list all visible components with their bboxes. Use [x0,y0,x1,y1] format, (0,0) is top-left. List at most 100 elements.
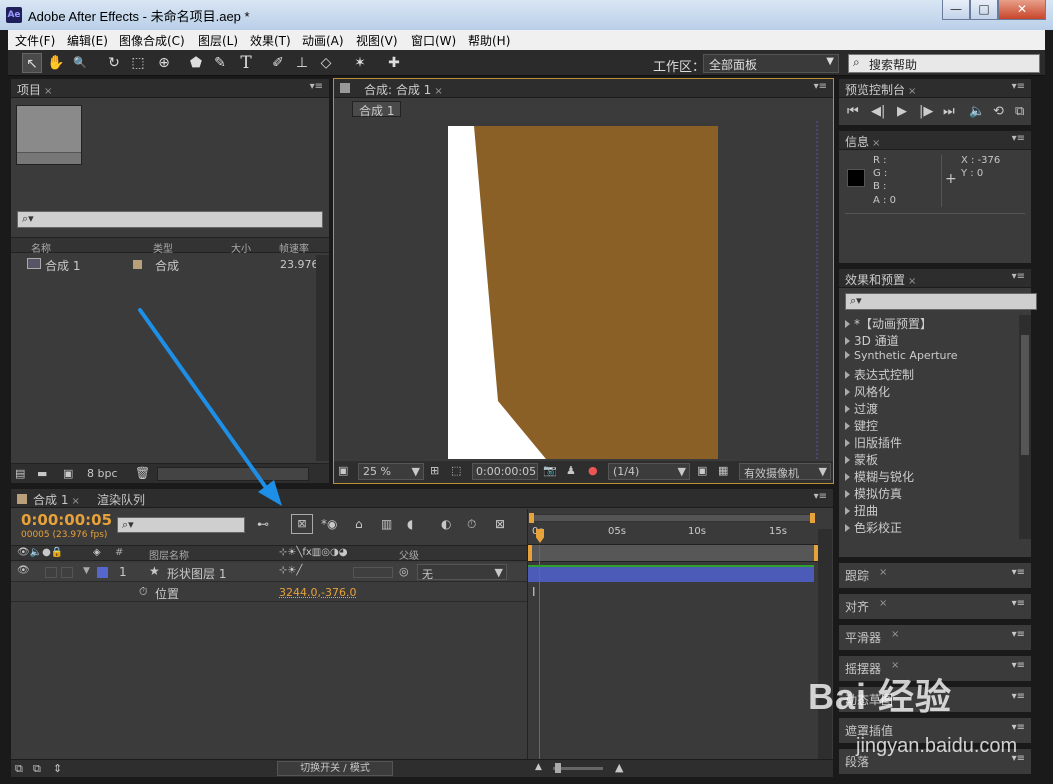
time-ruler[interactable]: 0s 05s 10s 15s [528,523,818,545]
current-time-indicator[interactable] [536,529,544,543]
resolution-dropdown[interactable]: (1/4) ▼ [608,463,690,480]
layer-label-color[interactable] [97,567,108,578]
position-value[interactable]: 3244.0,-376.0 [279,586,356,599]
col-size[interactable]: 大小 [231,240,251,255]
graph-editor-icon[interactable]: ⊠ [495,517,505,531]
visibility-eye-icon[interactable]: 👁 [17,565,30,576]
zoom-tool-icon[interactable]: 🔍 [70,53,90,73]
timeline-graph[interactable]: 0s 05s 10s 15s I [527,509,833,759]
mask-visibility-icon[interactable]: ⬚ [451,464,461,477]
loop-icon[interactable]: ⟲ [993,104,1004,119]
panel-menu-icon[interactable]: ▾≡ [814,81,827,92]
selection-tool-icon[interactable]: ↖ [22,53,42,73]
composition-panel-tab[interactable]: 合成: 合成 1 × ▾≡ [334,79,833,98]
close-icon[interactable]: × [44,86,52,97]
comp-mini-flowchart-icon[interactable]: ⊷ [257,517,269,531]
panel-menu-icon[interactable]: ▾≡ [1012,271,1025,282]
next-frame-icon[interactable]: |▶ [919,104,933,119]
camera-dropdown[interactable]: 有效摄像机 ▼ [739,463,831,480]
align-panel[interactable]: 对齐 × ▾≡ [838,593,1032,620]
close-icon[interactable]: × [434,86,442,97]
stopwatch-icon[interactable]: ⏱ [139,585,148,599]
zoom-in-icon[interactable]: ▲ [615,761,623,774]
live-update-icon[interactable]: ⊠ [291,514,313,534]
panel-menu-icon[interactable]: ▾≡ [1012,691,1025,702]
zoom-out-icon[interactable]: ▲ [535,762,542,772]
menu-file[interactable]: 文件(F) [15,32,55,49]
always-preview-icon[interactable]: ▣ [338,464,348,477]
panel-menu-icon[interactable]: ▾≡ [1012,133,1025,144]
auto-keyframe-icon[interactable]: ⏱ [467,517,476,532]
layer-mode-boxes[interactable] [353,567,393,578]
panel-menu-icon[interactable]: ▾≡ [1012,598,1025,609]
panel-menu-icon[interactable]: ▾≡ [1012,660,1025,671]
audio-icon[interactable]: 🔈 [969,104,985,119]
ram-preview-icon[interactable]: ⧉ [1015,104,1024,119]
interpret-footage-icon[interactable]: ▤ [15,467,25,480]
draft-3d-icon[interactable]: *◉ [321,517,337,531]
current-time-display[interactable]: 0:00:00:05 [472,463,538,480]
menu-effect[interactable]: 效果(T) [250,32,291,49]
hand-tool-icon[interactable]: ✋ [46,53,66,73]
layer-row[interactable]: 👁 ▼ 1 ★ 形状图层 1 ⊹☀╱ ◎ 无 ▼ [11,563,527,582]
label-color-swatch[interactable] [133,260,142,269]
effects-category[interactable]: *【动画预置】 [845,315,932,332]
col-fps[interactable]: 帧速率 [279,240,309,255]
parent-dropdown[interactable]: 无 ▼ [417,564,507,581]
effects-category[interactable]: 过渡 [845,400,878,417]
brainstorm-icon[interactable]: ◐ [441,517,451,531]
workspace-dropdown[interactable]: 全部面板 ▼ [703,54,839,73]
property-row[interactable]: ⏱ 位置 3244.0,-376.0 [11,583,527,602]
col-layer-name[interactable]: 图层名称 [149,547,189,562]
close-icon[interactable]: × [71,496,79,507]
effects-category[interactable]: 键控 [845,417,878,434]
menu-window[interactable]: 窗口(W) [411,32,456,49]
search-help-input[interactable]: ⌕ 搜索帮助 [848,54,1040,73]
pen-tool-icon[interactable]: ✎ [210,53,230,73]
project-search-input[interactable]: ⌕▾ [17,211,323,228]
close-icon[interactable]: × [908,276,916,287]
modes-toggle-icon[interactable]: ⧉ [33,762,41,776]
new-composition-icon[interactable]: ▣ [63,467,73,480]
panel-menu-icon[interactable]: ▾≡ [310,81,323,92]
panel-menu-icon[interactable]: ▾≡ [1012,81,1025,92]
clone-stamp-tool-icon[interactable]: ⊥ [292,53,312,73]
effects-category[interactable]: 模糊与锐化 [845,468,914,485]
panel-menu-icon[interactable]: ▾≡ [1012,629,1025,640]
timeline-timecode[interactable]: 0:00:00:05 [21,511,112,529]
menu-view[interactable]: 视图(V) [356,32,398,49]
col-type[interactable]: 类型 [153,240,173,255]
transparency-grid-icon[interactable]: ▦ [718,464,728,477]
close-icon[interactable]: × [872,138,880,149]
effects-category[interactable]: 模拟仿真 [845,485,902,502]
effects-category[interactable]: 旧版插件 [845,434,902,451]
time-navigator[interactable] [529,513,815,523]
text-tool-icon[interactable]: T [236,53,256,73]
close-button[interactable]: ✕ [998,0,1046,20]
effects-panel-tab[interactable]: 效果和预置 × ▾≡ [839,269,1031,288]
timeline-search-input[interactable]: ⌕▾ [117,517,245,533]
close-icon[interactable]: × [879,598,887,609]
layer-switches[interactable]: ⊹☀╱ [279,565,302,576]
lock-icon[interactable] [340,83,350,93]
menu-animation[interactable]: 动画(A) [302,32,344,49]
zoom-slider[interactable] [553,763,603,773]
menu-layer[interactable]: 图层(L) [198,32,238,49]
channel-icon[interactable]: ● [588,464,598,477]
hide-shy-layers-icon[interactable]: ⌂ [355,517,363,531]
work-area-bar[interactable] [528,545,818,562]
effects-category[interactable]: 扭曲 [845,502,878,519]
bpc-toggle[interactable]: 8 bpc [87,467,118,480]
frame-blending-icon[interactable]: ▥ [381,517,392,531]
solo-toggle[interactable] [61,567,73,578]
layer-duration-bar[interactable] [528,565,814,582]
composition-subtab[interactable]: 合成 1 [352,101,402,118]
rotate-tool-icon[interactable]: ↻ [104,53,124,73]
new-folder-icon[interactable]: ▬ [37,467,47,480]
roto-brush-tool-icon[interactable]: ✶ [350,53,370,73]
effects-category[interactable]: Synthetic Aperture [845,349,958,362]
col-parent[interactable]: 父级 [399,547,419,562]
shape-tool-icon[interactable]: ⬟ [186,53,206,73]
first-frame-icon[interactable]: ⏮ [847,104,859,119]
panel-menu-icon[interactable]: ▾≡ [814,491,827,502]
